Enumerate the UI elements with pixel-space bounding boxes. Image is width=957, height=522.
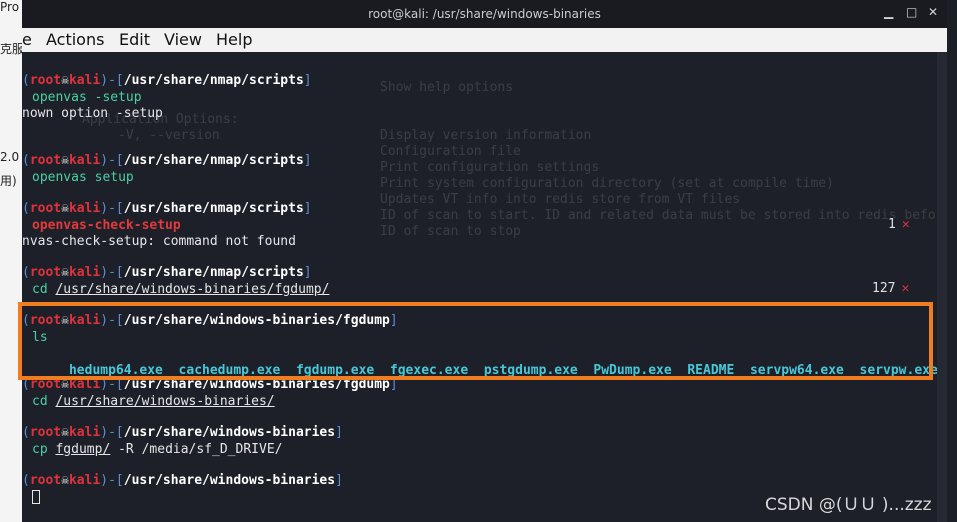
ghost-text: ID of scan to stop — [380, 224, 521, 239]
background-text: 克服 — [0, 42, 22, 56]
title-bar[interactable]: root@kali: /usr/share/windows-binaries ▁… — [22, 0, 947, 28]
minimize-button[interactable]: ▁ — [884, 5, 893, 19]
window-title: root@kali: /usr/share/windows-binaries — [368, 7, 601, 21]
menu-actions[interactable]: Actions — [46, 30, 104, 49]
ghost-text: Updates VT info into redis store from VT… — [380, 192, 741, 207]
background-text: 2.0 — [0, 150, 20, 164]
ghost-text: Show help options — [380, 80, 514, 95]
scrollbar[interactable] — [937, 52, 947, 522]
command-line: cd /usr/share/windows-binaries/ — [32, 394, 275, 409]
background-text: 用) — [0, 174, 17, 188]
terminal-area[interactable]: Show help options Application Options: -… — [22, 52, 947, 522]
prompt-line: (root☠kali)-[/usr/share/nmap/scripts] — [22, 201, 312, 216]
command-line: cd /usr/share/windows-binaries/fgdump/ — [32, 282, 330, 297]
file-item: servpw64.exe — [749, 363, 844, 378]
prompt-line: (root☠kali)-[/usr/share/nmap/scripts] — [22, 153, 312, 168]
command-line: openvas setup — [32, 170, 134, 185]
watermark: CSDN @(ＵＵ )...zzz — [765, 495, 932, 515]
exit-status: 127 ✕ — [872, 281, 910, 296]
ghost-text: Display version information — [380, 128, 592, 143]
ghost-text: ID of scan to start. ID and related data… — [380, 208, 944, 223]
prompt-line: (root☠kali)-[/usr/share/nmap/scripts] — [22, 265, 312, 280]
background-window-strip: Pro 克服 2.0 用) — [0, 0, 22, 522]
ghost-text: -V, --version — [118, 128, 220, 143]
command-line: openvas-check-setup — [32, 218, 181, 233]
menu-help[interactable]: Help — [216, 30, 252, 49]
prompt-line: (root☠kali)-[/usr/share/windows-binaries… — [22, 377, 398, 392]
file-item: PwDump.exe — [593, 363, 672, 378]
command-line: ls — [32, 330, 48, 345]
close-button[interactable]: ✕ — [928, 5, 938, 19]
output-line: nown option -setup — [22, 106, 163, 121]
ls-output: hedump64.exe cachedump.exe fgdump.exe fg… — [22, 345, 938, 378]
file-item: pstgdump.exe — [483, 363, 578, 378]
prompt-line: (root☠kali)-[/usr/share/windows-binaries… — [22, 313, 398, 328]
menu-view[interactable]: View — [164, 30, 202, 49]
prompt-line: (root☠kali)-[/usr/share/windows-binaries… — [22, 473, 343, 488]
maximize-button[interactable]: □ — [906, 5, 917, 19]
file-item: fgexec.exe — [389, 363, 469, 378]
menu-bar: e Actions Edit View Help — [22, 28, 947, 52]
output-line: nvas-check-setup: command not found — [22, 234, 296, 249]
terminal-window: root@kali: /usr/share/windows-binaries ▁… — [22, 0, 947, 522]
menu-edit[interactable]: Edit — [119, 30, 150, 49]
ghost-text: Print system configuration directory (se… — [380, 176, 834, 191]
background-text: Pro — [0, 0, 20, 14]
file-item: servpw.exe — [859, 363, 938, 378]
file-item: README — [687, 363, 735, 378]
command-line: openvas -setup — [32, 90, 142, 105]
prompt-line: (root☠kali)-[/usr/share/nmap/scripts] — [22, 73, 312, 88]
ghost-text: Configuration file — [380, 144, 521, 159]
exit-status: 1 ✕ — [888, 217, 910, 232]
terminal-cursor — [32, 490, 40, 504]
prompt-line: (root☠kali)-[/usr/share/windows-binaries… — [22, 425, 343, 440]
command-line: cp fgdump/ -R /media/sf_D_DRIVE/ — [32, 442, 283, 457]
ghost-text: Print configuration settings — [380, 160, 600, 175]
menu-file[interactable]: e — [22, 30, 32, 49]
